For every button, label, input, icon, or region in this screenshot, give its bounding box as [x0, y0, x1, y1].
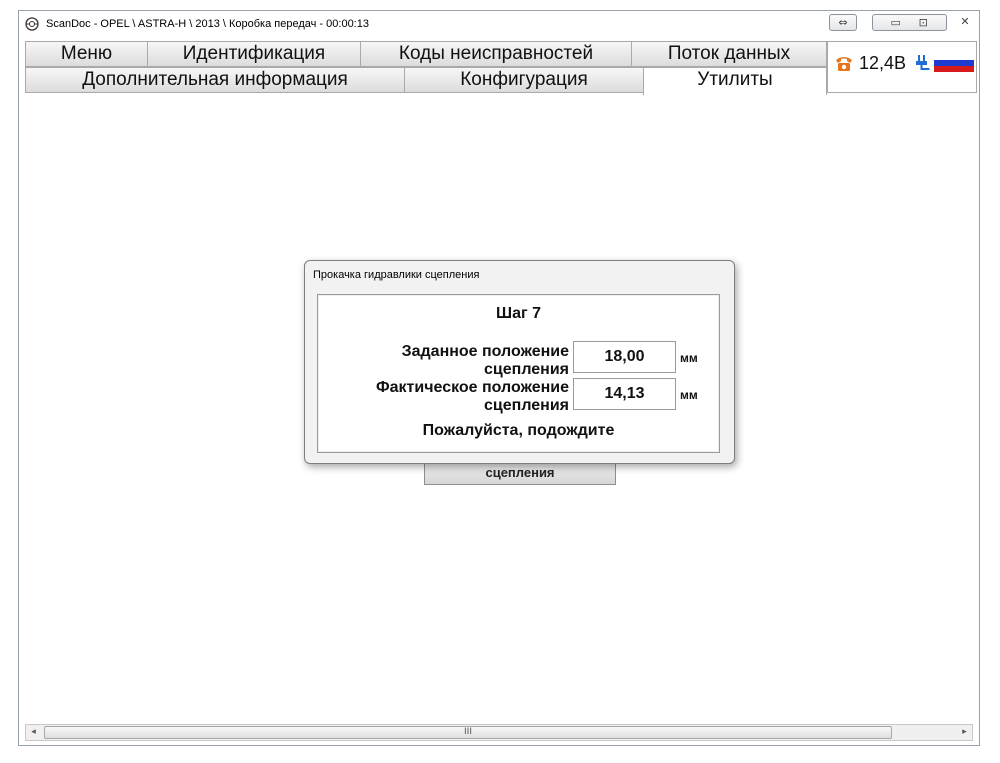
step-title: Шаг 7 [496, 305, 541, 322]
clutch-bleeding-dialog: Прокачка гидравлики сцепления Шаг 7 Зада… [304, 260, 735, 464]
actual-position-unit: мм [680, 388, 698, 402]
dialog-title: Прокачка гидравлики сцепления [313, 269, 480, 281]
tab-additional-info[interactable]: Дополнительная информация [25, 67, 405, 93]
plug-icon [916, 55, 930, 70]
tab-fault-codes[interactable]: Коды неисправностей [360, 41, 632, 67]
actual-position-value: 14,13 [573, 378, 676, 410]
target-position-label: Заданное положение сцепления [401, 343, 569, 378]
tab-bar: Меню Идентификация Коды неисправностей П… [25, 41, 827, 95]
phone-icon [836, 57, 852, 71]
window-title: ScanDoc - OPEL \ ASTRA-H \ 2013 \ Коробк… [46, 18, 369, 30]
app-window: ScanDoc - OPEL \ ASTRA-H \ 2013 \ Коробк… [18, 10, 980, 746]
status-panel: 12,4В [827, 41, 977, 93]
minimize-button[interactable]: ▭ [884, 15, 908, 30]
scroll-left-icon[interactable]: ◂ [26, 725, 41, 740]
scroll-thumb[interactable]: III [44, 726, 892, 739]
tab-identification[interactable]: Идентификация [147, 41, 361, 67]
app-logo-icon [25, 17, 39, 31]
resize-button[interactable]: ⇔ [829, 14, 857, 31]
russian-flag-icon [934, 54, 974, 72]
voltage-readout: 12,4В [859, 53, 907, 73]
close-button[interactable]: ✕ [954, 14, 976, 31]
tab-utilities[interactable]: Утилиты [643, 67, 827, 95]
tab-menu[interactable]: Меню [25, 41, 148, 67]
window-controls: ▭ ⊡ [872, 14, 947, 31]
dialog-panel: Шаг 7 Заданное положение сцепления 18,00… [317, 294, 720, 453]
maximize-button[interactable]: ⊡ [911, 15, 935, 30]
target-position-unit: мм [680, 351, 698, 365]
tab-data-stream[interactable]: Поток данных [631, 41, 827, 67]
status-message: Пожалуйста, подождите [422, 422, 615, 439]
target-position-value: 18,00 [573, 341, 676, 373]
scroll-right-icon[interactable]: ▸ [957, 725, 972, 740]
title-bar: ScanDoc - OPEL \ ASTRA-H \ 2013 \ Коробк… [19, 11, 979, 38]
actual-position-label: Фактическое положение сцепления [375, 379, 569, 414]
horizontal-scrollbar[interactable]: ◂ III ▸ [25, 724, 973, 741]
tab-configuration[interactable]: Конфигурация [404, 67, 644, 93]
